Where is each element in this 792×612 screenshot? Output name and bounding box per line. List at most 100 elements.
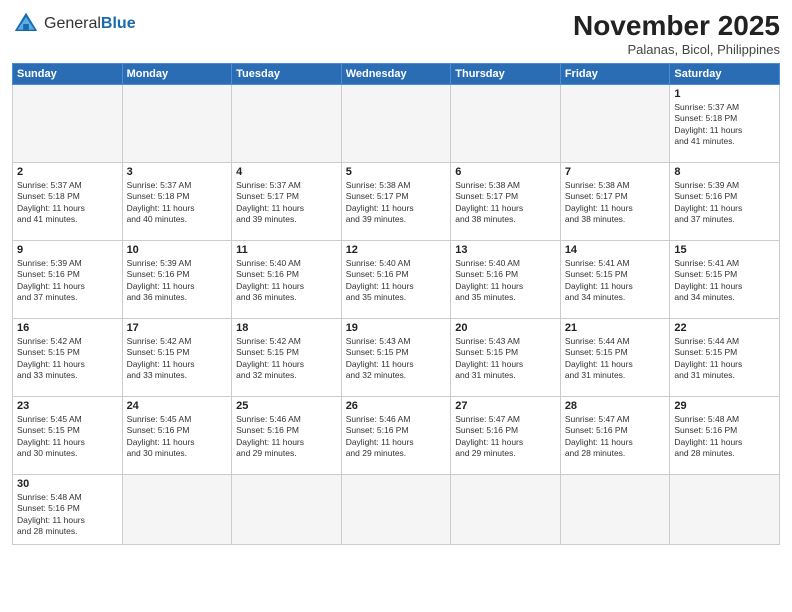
table-row: [560, 475, 670, 545]
table-row: 12Sunrise: 5:40 AM Sunset: 5:16 PM Dayli…: [341, 241, 451, 319]
cell-info: Sunrise: 5:40 AM Sunset: 5:16 PM Dayligh…: [236, 258, 337, 304]
table-row: 27 Sunrise: 5:47 AM Sunset: 5:16 PM Dayli…: [451, 397, 561, 475]
table-row: [451, 475, 561, 545]
day-number: 27: [455, 400, 556, 412]
table-row: [341, 85, 451, 163]
table-row: 14Sunrise: 5:41 AM Sunset: 5:15 PM Dayli…: [560, 241, 670, 319]
table-row: 13 Sunrise: 5:40 AM Sunset: 5:16 PM Dayli…: [451, 241, 561, 319]
logo-text: GeneralBlue: [44, 15, 136, 33]
calendar-week-1: 1Sunrise: 5:37 AM Sunset: 5:18 PM Daylig…: [13, 85, 780, 163]
table-row: 7Sunrise: 5:38 AM Sunset: 5:17 PM Daylig…: [560, 163, 670, 241]
day-number: 7: [565, 166, 666, 178]
table-row: [560, 85, 670, 163]
table-row: 20 Sunrise: 5:43 AM Sunset: 5:15 PM Dayli…: [451, 319, 561, 397]
table-row: [341, 475, 451, 545]
table-row: 6Sunrise: 5:38 AM Sunset: 5:17 PM Daylig…: [451, 163, 561, 241]
cell-info: Sunrise: 5:48 AM Sunset: 5:16 PM Dayligh…: [674, 414, 775, 460]
cell-info: Sunrise: 5:44 AM Sunset: 5:15 PM Dayligh…: [565, 336, 666, 382]
day-number: 16: [17, 322, 118, 334]
day-number: 22: [674, 322, 775, 334]
table-row: 2 Sunrise: 5:37 AM Sunset: 5:18 PM Daylig…: [13, 163, 123, 241]
cell-info: Sunrise: 5:37 AM Sunset: 5:18 PM Dayligh…: [674, 102, 775, 148]
header-tuesday: Tuesday: [232, 64, 342, 85]
header-monday: Monday: [122, 64, 232, 85]
cell-info: Sunrise: 5:43 AM Sunset: 5:15 PM Dayligh…: [455, 336, 556, 382]
table-row: 21 Sunrise: 5:44 AM Sunset: 5:15 PM Dayli…: [560, 319, 670, 397]
cell-info: Sunrise: 5:46 AM Sunset: 5:16 PM Dayligh…: [346, 414, 447, 460]
table-row: 26Sunrise: 5:46 AM Sunset: 5:16 PM Dayli…: [341, 397, 451, 475]
header-thursday: Thursday: [451, 64, 561, 85]
cell-info: Sunrise: 5:40 AM Sunset: 5:16 PM Dayligh…: [455, 258, 556, 304]
cell-info: Sunrise: 5:46 AM Sunset: 5:16 PM Dayligh…: [236, 414, 337, 460]
cell-info: Sunrise: 5:39 AM Sunset: 5:16 PM Dayligh…: [674, 180, 775, 226]
day-number: 14: [565, 244, 666, 256]
header-wednesday: Wednesday: [341, 64, 451, 85]
day-number: 17: [127, 322, 228, 334]
cell-info: Sunrise: 5:37 AM Sunset: 5:18 PM Dayligh…: [127, 180, 228, 226]
day-number: 11: [236, 244, 337, 256]
logo-icon: [12, 10, 40, 38]
table-row: 30 Sunrise: 5:48 AM Sunset: 5:16 PM Dayli…: [13, 475, 123, 545]
table-row: 9Sunrise: 5:39 AM Sunset: 5:16 PM Daylig…: [13, 241, 123, 319]
day-number: 24: [127, 400, 228, 412]
day-number: 30: [17, 478, 118, 490]
table-row: [451, 85, 561, 163]
cell-info: Sunrise: 5:47 AM Sunset: 5:16 PM Dayligh…: [565, 414, 666, 460]
day-number: 29: [674, 400, 775, 412]
calendar-week-6: 30 Sunrise: 5:48 AM Sunset: 5:16 PM Dayli…: [13, 475, 780, 545]
calendar-week-2: 2 Sunrise: 5:37 AM Sunset: 5:18 PM Daylig…: [13, 163, 780, 241]
cell-info: Sunrise: 5:48 AM Sunset: 5:16 PM Dayligh…: [17, 492, 118, 538]
table-row: 28Sunrise: 5:47 AM Sunset: 5:16 PM Dayli…: [560, 397, 670, 475]
header-friday: Friday: [560, 64, 670, 85]
calendar-week-3: 9 Sunrise: 5:39 AM Sunset: 5:16 PM Daylig…: [13, 241, 780, 319]
table-row: 3Sunrise: 5:37 AM Sunset: 5:18 PM Daylig…: [122, 163, 232, 241]
page-container: GeneralBlue November 2025 Palanas, Bicol…: [0, 0, 792, 553]
table-row: 29 Sunrise: 5:48 AM Sunset: 5:16 PM Dayli…: [670, 397, 780, 475]
cell-info: Sunrise: 5:38 AM Sunset: 5:17 PM Dayligh…: [455, 180, 556, 226]
cell-info: Sunrise: 5:45 AM Sunset: 5:16 PM Dayligh…: [127, 414, 228, 460]
location-subtitle: Palanas, Bicol, Philippines: [573, 42, 780, 57]
calendar-week-4: 16 Sunrise: 5:42 AM Sunset: 5:15 PM Dayli…: [13, 319, 780, 397]
day-number: 23: [17, 400, 118, 412]
month-title: November 2025: [573, 10, 780, 42]
table-row: [122, 475, 232, 545]
day-number: 25: [236, 400, 337, 412]
header-saturday: Saturday: [670, 64, 780, 85]
table-row: [232, 475, 342, 545]
table-row: 5 Sunrise: 5:38 AM Sunset: 5:17 PM Daylig…: [341, 163, 451, 241]
cell-info: Sunrise: 5:39 AM Sunset: 5:16 PM Dayligh…: [127, 258, 228, 304]
day-number: 20: [455, 322, 556, 334]
table-row: [670, 475, 780, 545]
cell-info: Sunrise: 5:42 AM Sunset: 5:15 PM Dayligh…: [236, 336, 337, 382]
day-number: 2: [17, 166, 118, 178]
day-header-row: Sunday Monday Tuesday Wednesday Thursday…: [13, 64, 780, 85]
cell-info: Sunrise: 5:44 AM Sunset: 5:15 PM Dayligh…: [674, 336, 775, 382]
header: GeneralBlue November 2025 Palanas, Bicol…: [12, 10, 780, 57]
logo: GeneralBlue: [12, 10, 136, 38]
cell-info: Sunrise: 5:38 AM Sunset: 5:17 PM Dayligh…: [346, 180, 447, 226]
logo-general: General: [44, 15, 101, 32]
day-number: 9: [17, 244, 118, 256]
cell-info: Sunrise: 5:43 AM Sunset: 5:15 PM Dayligh…: [346, 336, 447, 382]
calendar-week-5: 23 Sunrise: 5:45 AM Sunset: 5:15 PM Dayli…: [13, 397, 780, 475]
table-row: 15Sunrise: 5:41 AM Sunset: 5:15 PM Dayli…: [670, 241, 780, 319]
cell-info: Sunrise: 5:40 AM Sunset: 5:16 PM Dayligh…: [346, 258, 447, 304]
table-row: 18Sunrise: 5:42 AM Sunset: 5:15 PM Dayli…: [232, 319, 342, 397]
table-row: 8 Sunrise: 5:39 AM Sunset: 5:16 PM Daylig…: [670, 163, 780, 241]
table-row: 19Sunrise: 5:43 AM Sunset: 5:15 PM Dayli…: [341, 319, 451, 397]
table-row: [232, 85, 342, 163]
day-number: 13: [455, 244, 556, 256]
cell-info: Sunrise: 5:47 AM Sunset: 5:16 PM Dayligh…: [455, 414, 556, 460]
day-number: 5: [346, 166, 447, 178]
day-number: 15: [674, 244, 775, 256]
table-row: 23 Sunrise: 5:45 AM Sunset: 5:15 PM Dayli…: [13, 397, 123, 475]
day-number: 21: [565, 322, 666, 334]
cell-info: Sunrise: 5:37 AM Sunset: 5:18 PM Dayligh…: [17, 180, 118, 226]
cell-info: Sunrise: 5:42 AM Sunset: 5:15 PM Dayligh…: [127, 336, 228, 382]
day-number: 8: [674, 166, 775, 178]
cell-info: Sunrise: 5:37 AM Sunset: 5:17 PM Dayligh…: [236, 180, 337, 226]
table-row: 11 Sunrise: 5:40 AM Sunset: 5:16 PM Dayli…: [232, 241, 342, 319]
table-row: 1Sunrise: 5:37 AM Sunset: 5:18 PM Daylig…: [670, 85, 780, 163]
cell-info: Sunrise: 5:45 AM Sunset: 5:15 PM Dayligh…: [17, 414, 118, 460]
day-number: 4: [236, 166, 337, 178]
